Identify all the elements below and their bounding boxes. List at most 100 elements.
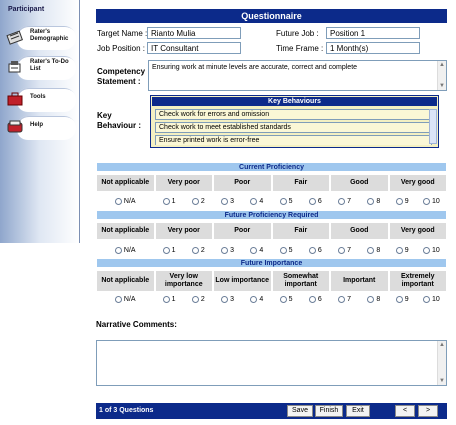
radio-button[interactable] [114,295,122,303]
rating-radio-option[interactable]: 3 [221,295,234,303]
competency-statement-field[interactable]: Ensuring work at minute levels are accur… [148,60,447,91]
radio-button[interactable] [162,246,170,254]
rating-radio-option[interactable]: 8 [367,246,380,254]
radio-button[interactable] [422,197,430,205]
rating-radio-option[interactable]: 2 [191,197,205,205]
rating-radio-option[interactable]: 5 [279,197,293,205]
rating-radio-option[interactable]: 3 [221,197,234,205]
radio-button[interactable] [250,295,258,303]
radio-button[interactable] [250,246,258,254]
rating-radio-option[interactable]: 4 [250,197,263,205]
radio-button[interactable] [221,295,229,303]
target-name-field[interactable]: Rianto Mulia [147,27,241,39]
previous-button[interactable]: < [395,405,415,417]
key-behaviours-scrollbar[interactable] [429,109,437,144]
radio-button[interactable] [162,295,170,303]
radio-label: N/A [123,295,136,303]
list-item[interactable]: Check work for errors and omission [155,109,432,120]
radio-button[interactable] [395,197,403,205]
save-button[interactable]: Save [287,405,313,417]
radio-button[interactable] [422,295,430,303]
radio-button[interactable] [308,246,316,254]
radio-button[interactable] [422,246,430,254]
rating-radio-option[interactable]: N/A [114,246,136,254]
next-button[interactable]: > [418,405,438,417]
radio-button[interactable] [279,197,287,205]
sidebar-item-label: Help [30,122,44,128]
rating-radio-option[interactable]: 4 [250,246,263,254]
radio-button[interactable] [162,197,170,205]
radio-button[interactable] [114,197,122,205]
rating-radio-option[interactable]: 7 [338,197,351,205]
radio-button[interactable] [367,197,375,205]
narrative-label: Narrative Comments: [96,320,177,329]
list-item[interactable]: Check work to meet established standards [155,122,432,133]
radio-button[interactable] [191,246,199,254]
rating-radio-option[interactable]: 8 [367,197,380,205]
list-item[interactable]: Ensure printed work is error-free [155,135,432,145]
rating-radio-option[interactable]: 7 [338,295,351,303]
rating-radio-option[interactable]: 1 [162,197,176,205]
rating-radio-option[interactable]: 6 [308,246,322,254]
rating-radio-option[interactable]: 1 [162,295,176,303]
rating-radio-option[interactable]: 5 [279,246,293,254]
rating-radio-option[interactable]: 6 [308,197,322,205]
future-job-label: Future Job : [276,29,319,38]
radio-button[interactable] [221,197,229,205]
job-position-field[interactable]: IT Consultant [147,42,241,54]
sidebar-item-todo[interactable]: Rater's To-Do List [4,56,76,80]
competency-scrollbar[interactable]: ▲ ▼ [437,61,446,90]
rating-radio-option[interactable]: 1 [162,246,176,254]
radio-button[interactable] [367,295,375,303]
rating-radio-option[interactable]: 9 [395,246,409,254]
rating-radio-option[interactable]: 6 [308,295,322,303]
radio-button[interactable] [279,246,287,254]
radio-button[interactable] [338,246,346,254]
rating-radio-option[interactable]: 9 [395,295,409,303]
radio-button[interactable] [279,295,287,303]
rating-options-future-importance: N/A 1 2 3 4 5 6 7 8 9 10 [96,293,447,305]
rating-radio-option[interactable]: 7 [338,246,351,254]
radio-button[interactable] [338,197,346,205]
radio-button[interactable] [114,246,122,254]
radio-label: 6 [317,246,322,254]
radio-button[interactable] [191,295,199,303]
radio-button[interactable] [308,197,316,205]
rating-radio-option[interactable]: 10 [422,197,440,205]
sidebar-item-demographic[interactable]: Rater's Demographic [4,26,76,50]
narrative-scrollbar[interactable]: ▲ ▼ [437,341,446,385]
radio-button[interactable] [250,197,258,205]
rating-header: Extremely important [388,270,447,292]
future-job-field[interactable]: Position 1 [326,27,420,39]
rating-header-row: Not applicable Very low importance Low i… [96,270,447,292]
rating-radio-option[interactable]: 3 [221,246,234,254]
sidebar-item-help[interactable]: Help [4,116,76,140]
rating-radio-option[interactable]: 10 [422,246,440,254]
rating-radio-option[interactable]: 10 [422,295,440,303]
radio-button[interactable] [308,295,316,303]
rating-radio-option[interactable]: 8 [367,295,380,303]
rating-header: Good [330,222,389,240]
rating-header-row: Not applicable Very poor Poor Fair Good … [96,222,447,240]
exit-button[interactable]: Exit [346,405,370,417]
rating-radio-option[interactable]: N/A [114,295,136,303]
radio-button[interactable] [395,246,403,254]
radio-button[interactable] [338,295,346,303]
rating-header: Somewhat important [271,270,330,292]
rating-radio-option[interactable]: N/A [114,197,136,205]
finish-button[interactable]: Finish [315,405,343,417]
radio-button[interactable] [395,295,403,303]
sidebar-item-tools[interactable]: Tools [4,88,76,112]
radio-button[interactable] [191,197,199,205]
narrative-comments-field[interactable]: ▲ ▼ [96,340,447,386]
radio-button[interactable] [221,246,229,254]
rating-header: Low importance [213,270,272,292]
rating-radio-option[interactable]: 9 [395,197,409,205]
time-frame-field[interactable]: 1 Month(s) [326,42,420,54]
radio-label: 10 [431,246,440,254]
rating-radio-option[interactable]: 2 [191,295,205,303]
rating-radio-option[interactable]: 2 [191,246,205,254]
radio-button[interactable] [367,246,375,254]
rating-radio-option[interactable]: 5 [279,295,293,303]
rating-radio-option[interactable]: 4 [250,295,263,303]
